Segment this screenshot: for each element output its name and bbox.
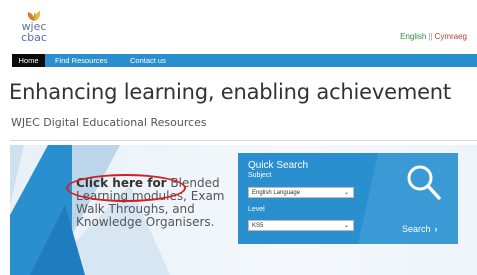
nav-contact-us[interactable]: Contact us bbox=[130, 54, 166, 67]
level-label: Level bbox=[248, 206, 265, 213]
annotation-circle bbox=[66, 174, 186, 202]
wjec-logo[interactable]: wjec cbac bbox=[14, 10, 54, 46]
level-select[interactable]: KS5 ⌄ bbox=[248, 220, 354, 231]
main-nav: Home Find Resources Contact us bbox=[12, 54, 477, 67]
nav-home[interactable]: Home bbox=[12, 54, 45, 67]
quick-search-panel: Quick Search Subject English Language ⌄ … bbox=[238, 153, 458, 244]
search-button[interactable]: Search › bbox=[402, 224, 438, 234]
nav-find-resources[interactable]: Find Resources bbox=[55, 54, 108, 67]
page-subtitle: WJEC Digital Educational Resources bbox=[11, 116, 207, 129]
level-select-value: KS5 bbox=[252, 223, 264, 229]
lang-welsh-link[interactable]: Cymraeg bbox=[435, 32, 467, 41]
chevron-right-icon: › bbox=[434, 224, 438, 234]
language-switcher: English || Cymraeg bbox=[400, 32, 467, 41]
search-icon[interactable] bbox=[404, 163, 444, 203]
chevron-down-icon: ⌄ bbox=[343, 223, 349, 229]
quick-search-title: Quick Search bbox=[248, 160, 309, 171]
page-title: Enhancing learning, enabling achievement bbox=[9, 80, 451, 104]
chevron-down-icon: ⌄ bbox=[343, 190, 349, 196]
lang-english-link[interactable]: English bbox=[400, 32, 426, 41]
subject-select-value: English Language bbox=[252, 190, 301, 196]
divider bbox=[10, 140, 477, 141]
logo-text-cbac: cbac bbox=[21, 31, 47, 44]
subject-label: Subject bbox=[248, 172, 272, 179]
subject-select[interactable]: English Language ⌄ bbox=[248, 187, 354, 198]
lang-separator: || bbox=[428, 32, 433, 41]
search-button-label: Search bbox=[402, 224, 431, 234]
